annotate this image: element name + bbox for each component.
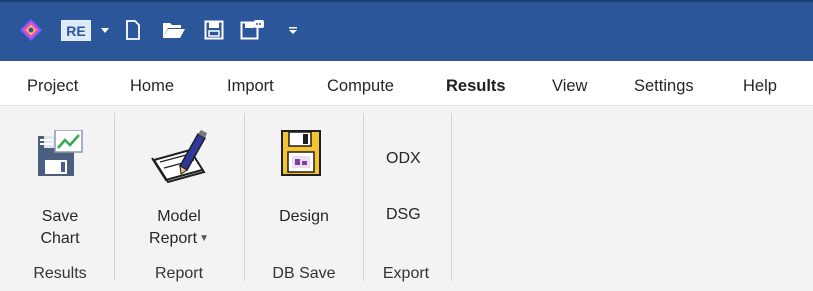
re-icon[interactable]: RE	[61, 20, 91, 41]
dropdown-arrow-icon[interactable]	[99, 18, 111, 42]
tab-import[interactable]: Import	[227, 77, 274, 96]
tab-help[interactable]: Help	[743, 77, 777, 96]
quick-access-toolbar: RE	[0, 0, 813, 61]
customize-toolbar-icon[interactable]	[286, 18, 300, 42]
save-chart-label-line2: Chart	[40, 230, 80, 247]
design-button[interactable]: Design	[264, 206, 344, 228]
model-report-button[interactable]: Model Report ▼	[134, 206, 224, 250]
group-label-report: Report	[154, 265, 204, 282]
group-label-results: Results	[33, 265, 87, 282]
save-chart-label-line1: Save	[41, 208, 79, 225]
model-report-label-line1: Model	[157, 208, 201, 225]
tab-compute[interactable]: Compute	[327, 77, 394, 96]
model-report-label-line2: Report	[149, 230, 198, 248]
dsg-button[interactable]: DSG	[386, 206, 421, 224]
group-label-db-save: DB Save	[272, 265, 336, 282]
group-divider	[451, 113, 452, 281]
floppy-disk-icon[interactable]	[281, 130, 321, 181]
app-logo-icon[interactable]	[18, 18, 44, 42]
new-file-icon[interactable]	[124, 18, 142, 42]
tab-results[interactable]: Results	[446, 77, 506, 96]
notebook-pen-icon[interactable]	[150, 130, 208, 189]
tab-project[interactable]: Project	[27, 77, 78, 96]
group-label-export: Export	[382, 265, 430, 282]
save-icon[interactable]	[204, 18, 224, 42]
save-chart-button[interactable]: Save Chart	[20, 206, 100, 250]
tab-settings[interactable]: Settings	[634, 77, 694, 96]
group-divider	[363, 113, 364, 281]
chevron-down-icon[interactable]: ▼	[199, 228, 209, 250]
open-folder-icon[interactable]	[161, 18, 187, 42]
group-divider	[114, 113, 115, 281]
group-divider	[244, 113, 245, 281]
ribbon-panel	[0, 105, 813, 291]
save-as-icon[interactable]	[240, 18, 266, 42]
odx-button[interactable]: ODX	[386, 150, 421, 168]
tab-view[interactable]: View	[552, 77, 587, 96]
save-chart-icon[interactable]	[37, 129, 83, 183]
tab-home[interactable]: Home	[130, 77, 174, 96]
